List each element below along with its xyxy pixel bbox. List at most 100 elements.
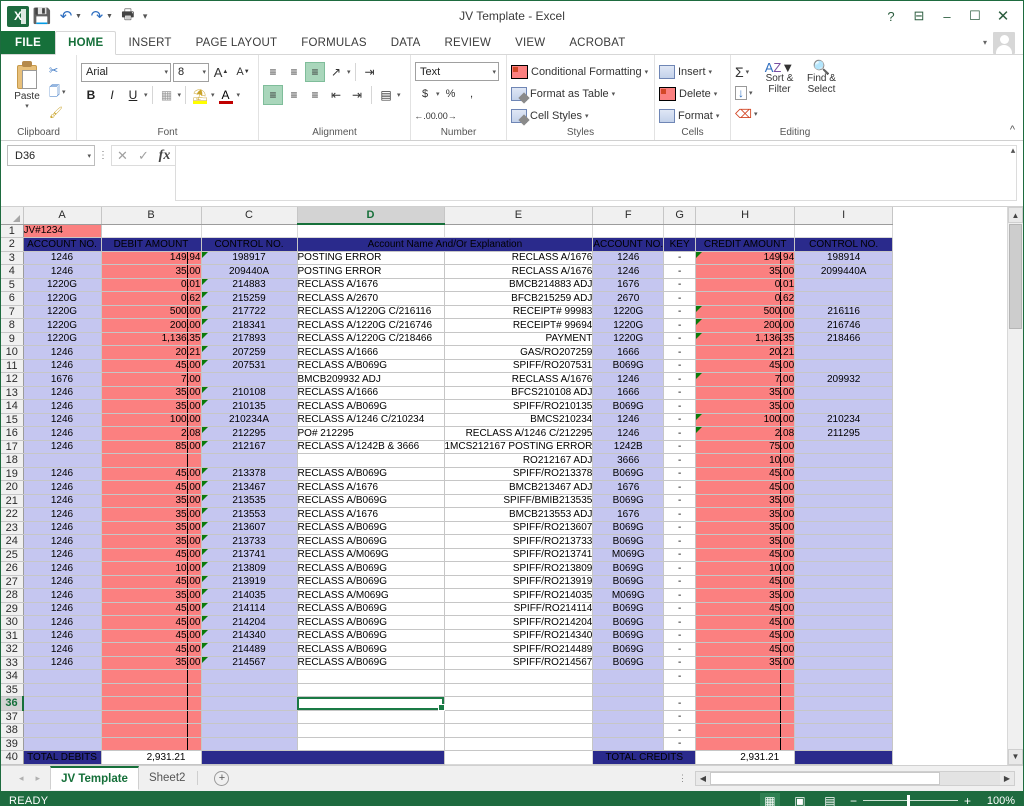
cell-account-no-credit-38[interactable] (592, 723, 665, 738)
cell-control-no-debit-6[interactable]: 215259 (200, 291, 298, 306)
cell-control-no-debit-19[interactable]: 213378 (200, 466, 298, 481)
cell-control-no-debit-37[interactable] (200, 709, 298, 724)
cell-account-no-debit-28[interactable]: 1246 (22, 588, 102, 603)
fill-dropdown-icon[interactable]: ▾ (749, 89, 753, 97)
cell-credit-amount-4[interactable]: 35.00 (695, 264, 796, 279)
minimize-button[interactable]: – (933, 3, 961, 29)
cell-account-no-credit-8[interactable]: 1220G (592, 318, 665, 333)
cell-account-name-5[interactable]: RECLASS A/1676 (296, 277, 445, 292)
cell-debit-amount-15[interactable]: 100.00 (100, 412, 202, 427)
cell-account-name-35[interactable] (296, 682, 445, 697)
cell-account-name-12[interactable]: BMCB209932 ADJ (296, 372, 445, 387)
row-header-14[interactable]: 14 (1, 399, 24, 414)
decrease-font-size-button[interactable]: A ▼ (233, 62, 253, 82)
cell-account-no-debit-4[interactable]: 1246 (22, 264, 102, 279)
cell-credit-amount-9[interactable]: 1,136.35 (695, 331, 796, 346)
normal-view-icon[interactable]: ▦ (759, 792, 780, 806)
autosum-button[interactable]: Σ ▾ (735, 62, 757, 82)
row-header-35[interactable]: 35 (1, 683, 24, 697)
cell-control-no-debit-36[interactable] (200, 696, 298, 711)
cell-account-no-credit-17[interactable]: 1242B (592, 439, 665, 454)
sort-filter-button[interactable]: AZ▼ Sort & Filter (759, 61, 799, 95)
row-header-34[interactable]: 34 (1, 669, 24, 684)
cell-control-no-credit-24[interactable] (794, 534, 894, 549)
cell-account-name-27[interactable]: RECLASS A/B069G (296, 574, 445, 589)
cell-empty[interactable] (592, 224, 665, 238)
cell-debit-amount-33[interactable]: 35.00 (100, 655, 202, 670)
redo-icon[interactable]: ↷ (86, 5, 108, 27)
fill-color-dropdown-icon[interactable]: ▾ (211, 91, 215, 99)
name-box[interactable]: D36 ▾ (7, 145, 95, 166)
cell-credit-amount-35[interactable] (695, 682, 796, 697)
cell-key-38[interactable]: - (663, 723, 697, 738)
formula-input[interactable] (175, 145, 1017, 201)
cell-account-no-debit-26[interactable]: 1246 (22, 561, 102, 576)
cell-account-no-debit-34[interactable] (22, 669, 102, 684)
cell-control-no-debit-29[interactable]: 214114 (200, 601, 298, 616)
cell-credit-amount-20[interactable]: 45.00 (695, 480, 796, 495)
cell-control-no-debit-28[interactable]: 214035 (200, 588, 298, 603)
header-debit-amount[interactable]: DEBIT AMOUNT (100, 237, 202, 252)
comma-format-icon[interactable]: , (462, 84, 482, 103)
header-credit-amount[interactable]: CREDIT AMOUNT (695, 237, 796, 252)
cell-account-no-credit-32[interactable]: B069G (592, 642, 665, 657)
cell-account-no-debit-24[interactable]: 1246 (22, 534, 102, 549)
cell-account-name-30[interactable]: RECLASS A/B069G (296, 615, 445, 630)
signin-dropdown-icon[interactable]: ▾ (983, 38, 987, 47)
cell-account-no-credit-29[interactable]: B069G (592, 601, 665, 616)
cell-explanation-9[interactable]: PAYMENT (443, 331, 594, 346)
header-key[interactable]: KEY (663, 237, 697, 252)
cell-control-no-credit-9[interactable]: 218466 (794, 331, 894, 346)
cell-account-name-31[interactable]: RECLASS A/B069G (296, 628, 445, 643)
cell-debit-amount-12[interactable]: 7.00 (100, 372, 202, 387)
underline-dropdown-icon[interactable]: ▾ (144, 91, 148, 99)
tab-home[interactable]: HOME (55, 31, 117, 55)
cell-key-28[interactable]: - (663, 588, 697, 603)
cell-account-no-credit-6[interactable]: 2670 (592, 291, 665, 306)
cell-debit-amount-18[interactable] (100, 453, 202, 468)
center-align-icon[interactable]: ≡ (284, 85, 304, 105)
cell-control-no-debit-20[interactable]: 213467 (200, 480, 298, 495)
cell-account-no-credit-13[interactable]: 1666 (592, 385, 665, 400)
cell-debit-amount-8[interactable]: 200.00 (100, 318, 202, 333)
cell-key-9[interactable]: - (663, 331, 697, 346)
cell-explanation-11[interactable]: SPIFF/RO207531 (443, 358, 594, 373)
cell-account-name-38[interactable] (296, 723, 445, 738)
cell-control-no-debit-35[interactable] (200, 682, 298, 697)
cell-debit-amount-5[interactable]: 0.01 (100, 277, 202, 292)
cell-control-no-credit-18[interactable] (794, 453, 894, 468)
font-size-combo[interactable]: 8 ▾ (173, 62, 209, 82)
row-header-12[interactable]: 12 (1, 372, 24, 387)
cell-credit-amount-31[interactable]: 45.00 (695, 628, 796, 643)
cell-account-name-13[interactable]: RECLASS A/1666 (296, 385, 445, 400)
cell-control-no-credit-26[interactable] (794, 561, 894, 576)
cell-control-no-credit-15[interactable]: 210234 (794, 412, 894, 427)
format-as-table-dropdown-icon[interactable]: ▾ (612, 90, 616, 98)
cell-control-no-debit-33[interactable]: 214567 (200, 655, 298, 670)
decrease-decimal-icon[interactable]: .00→ (435, 106, 457, 125)
cell-control-no-debit-4[interactable]: 209440A (200, 264, 298, 279)
cell-empty[interactable] (201, 224, 298, 238)
cell-account-no-credit-4[interactable]: 1246 (592, 264, 665, 279)
cell-empty[interactable] (444, 224, 594, 238)
cell-control-no-credit-35[interactable] (794, 682, 894, 697)
cell-account-no-credit-34[interactable] (592, 669, 665, 684)
cell-credit-amount-25[interactable]: 45.00 (695, 547, 796, 562)
cell-control-no-debit-23[interactable]: 213607 (200, 520, 298, 535)
cell-key-3[interactable]: - (663, 250, 697, 265)
cell-account-no-debit-3[interactable]: 1246 (22, 250, 102, 265)
cell-control-no-debit-25[interactable]: 213741 (200, 547, 298, 562)
cell-explanation-19[interactable]: SPIFF/RO213378 (443, 466, 594, 481)
cell-control-no-credit-11[interactable] (794, 358, 894, 373)
cell-control-no-debit-39[interactable] (200, 736, 298, 751)
cell-account-name-15[interactable]: RECLASS A/1246 C/210234 (296, 412, 445, 427)
scroll-down-icon[interactable]: ▼ (1008, 748, 1023, 765)
cell-debit-amount-20[interactable]: 45.00 (100, 480, 202, 495)
cell-account-name-23[interactable]: RECLASS A/B069G (296, 520, 445, 535)
cell-debit-amount-35[interactable] (100, 682, 202, 697)
cell-control-no-credit-39[interactable] (794, 736, 894, 751)
row-header-27[interactable]: 27 (1, 575, 24, 589)
cell-control-no-debit-27[interactable]: 213919 (200, 574, 298, 589)
row-header-21[interactable]: 21 (1, 494, 24, 508)
zoom-out-button[interactable]: − (850, 794, 857, 806)
